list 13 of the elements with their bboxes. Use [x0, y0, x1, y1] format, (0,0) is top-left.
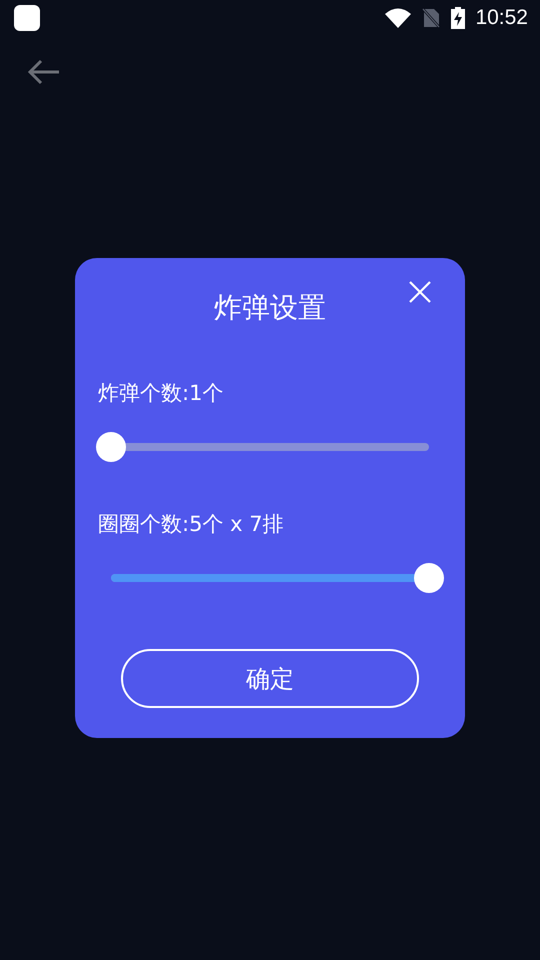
dialog-title: 炸弹设置 [214, 290, 326, 326]
slider-thumb[interactable] [414, 563, 444, 593]
back-arrow-icon[interactable] [27, 59, 61, 85]
confirm-button[interactable]: 确定 [121, 649, 419, 708]
notification-icon [14, 5, 40, 31]
slider-thumb[interactable] [96, 432, 126, 462]
clock-time: 10:52 [475, 6, 528, 30]
wifi-icon [384, 7, 412, 29]
slider-label: 炸弹个数:1个 [98, 380, 224, 407]
slider-label: 圈圈个数:5个 x 7排 [98, 511, 285, 538]
close-icon[interactable] [408, 280, 432, 304]
battery-charging-icon [450, 6, 466, 30]
no-sim-icon [421, 7, 442, 29]
